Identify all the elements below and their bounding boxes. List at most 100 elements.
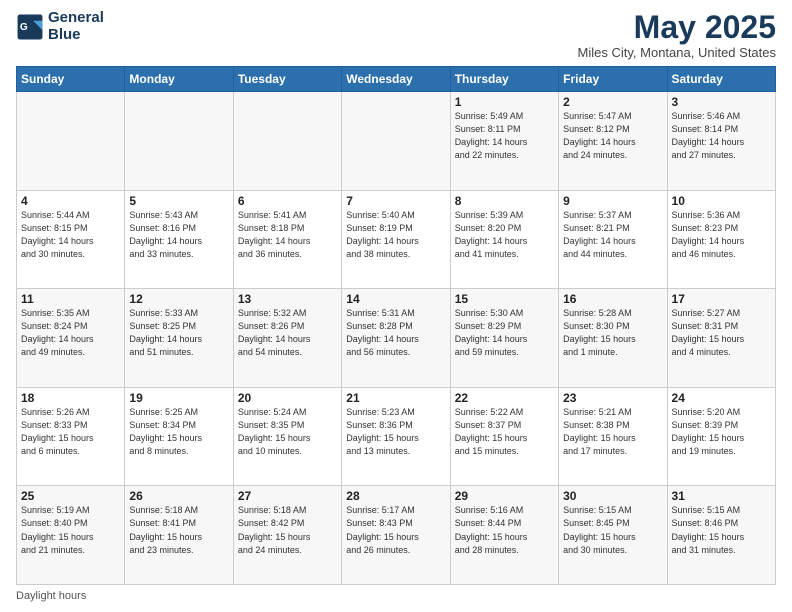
day-info: Sunrise: 5:23 AM Sunset: 8:36 PM Dayligh… bbox=[346, 406, 445, 458]
calendar-cell-w5-d6: 30Sunrise: 5:15 AM Sunset: 8:45 PM Dayli… bbox=[559, 486, 667, 585]
day-info: Sunrise: 5:27 AM Sunset: 8:31 PM Dayligh… bbox=[672, 307, 771, 359]
day-info: Sunrise: 5:46 AM Sunset: 8:14 PM Dayligh… bbox=[672, 110, 771, 162]
calendar-week-3: 11Sunrise: 5:35 AM Sunset: 8:24 PM Dayli… bbox=[17, 289, 776, 388]
day-number: 19 bbox=[129, 391, 228, 405]
calendar-cell-w1-d1 bbox=[17, 92, 125, 191]
subtitle: Miles City, Montana, United States bbox=[578, 45, 776, 60]
day-number: 14 bbox=[346, 292, 445, 306]
day-number: 15 bbox=[455, 292, 554, 306]
logo-icon: G bbox=[16, 13, 44, 41]
calendar-header-monday: Monday bbox=[125, 67, 233, 92]
calendar-cell-w5-d7: 31Sunrise: 5:15 AM Sunset: 8:46 PM Dayli… bbox=[667, 486, 775, 585]
day-info: Sunrise: 5:21 AM Sunset: 8:38 PM Dayligh… bbox=[563, 406, 662, 458]
calendar-table: SundayMondayTuesdayWednesdayThursdayFrid… bbox=[16, 66, 776, 585]
day-number: 23 bbox=[563, 391, 662, 405]
day-info: Sunrise: 5:19 AM Sunset: 8:40 PM Dayligh… bbox=[21, 504, 120, 556]
calendar-cell-w5-d1: 25Sunrise: 5:19 AM Sunset: 8:40 PM Dayli… bbox=[17, 486, 125, 585]
calendar-cell-w1-d2 bbox=[125, 92, 233, 191]
day-info: Sunrise: 5:33 AM Sunset: 8:25 PM Dayligh… bbox=[129, 307, 228, 359]
calendar-cell-w4-d3: 20Sunrise: 5:24 AM Sunset: 8:35 PM Dayli… bbox=[233, 387, 341, 486]
calendar-cell-w2-d4: 7Sunrise: 5:40 AM Sunset: 8:19 PM Daylig… bbox=[342, 190, 450, 289]
calendar-cell-w5-d3: 27Sunrise: 5:18 AM Sunset: 8:42 PM Dayli… bbox=[233, 486, 341, 585]
day-number: 25 bbox=[21, 489, 120, 503]
calendar-cell-w3-d6: 16Sunrise: 5:28 AM Sunset: 8:30 PM Dayli… bbox=[559, 289, 667, 388]
calendar-cell-w1-d3 bbox=[233, 92, 341, 191]
day-info: Sunrise: 5:17 AM Sunset: 8:43 PM Dayligh… bbox=[346, 504, 445, 556]
day-info: Sunrise: 5:35 AM Sunset: 8:24 PM Dayligh… bbox=[21, 307, 120, 359]
day-info: Sunrise: 5:44 AM Sunset: 8:15 PM Dayligh… bbox=[21, 209, 120, 261]
day-number: 3 bbox=[672, 95, 771, 109]
main-title: May 2025 bbox=[578, 10, 776, 45]
day-info: Sunrise: 5:39 AM Sunset: 8:20 PM Dayligh… bbox=[455, 209, 554, 261]
calendar-cell-w2-d7: 10Sunrise: 5:36 AM Sunset: 8:23 PM Dayli… bbox=[667, 190, 775, 289]
calendar-cell-w3-d2: 12Sunrise: 5:33 AM Sunset: 8:25 PM Dayli… bbox=[125, 289, 233, 388]
day-number: 12 bbox=[129, 292, 228, 306]
day-info: Sunrise: 5:32 AM Sunset: 8:26 PM Dayligh… bbox=[238, 307, 337, 359]
calendar-cell-w4-d2: 19Sunrise: 5:25 AM Sunset: 8:34 PM Dayli… bbox=[125, 387, 233, 486]
calendar-header-saturday: Saturday bbox=[667, 67, 775, 92]
day-number: 9 bbox=[563, 194, 662, 208]
calendar-cell-w5-d5: 29Sunrise: 5:16 AM Sunset: 8:44 PM Dayli… bbox=[450, 486, 558, 585]
day-info: Sunrise: 5:24 AM Sunset: 8:35 PM Dayligh… bbox=[238, 406, 337, 458]
day-number: 1 bbox=[455, 95, 554, 109]
calendar-cell-w4-d4: 21Sunrise: 5:23 AM Sunset: 8:36 PM Dayli… bbox=[342, 387, 450, 486]
logo: G General Blue bbox=[16, 10, 104, 43]
day-number: 4 bbox=[21, 194, 120, 208]
calendar-cell-w2-d5: 8Sunrise: 5:39 AM Sunset: 8:20 PM Daylig… bbox=[450, 190, 558, 289]
calendar-cell-w4-d1: 18Sunrise: 5:26 AM Sunset: 8:33 PM Dayli… bbox=[17, 387, 125, 486]
calendar-cell-w3-d5: 15Sunrise: 5:30 AM Sunset: 8:29 PM Dayli… bbox=[450, 289, 558, 388]
calendar-cell-w1-d4 bbox=[342, 92, 450, 191]
day-info: Sunrise: 5:41 AM Sunset: 8:18 PM Dayligh… bbox=[238, 209, 337, 261]
day-info: Sunrise: 5:22 AM Sunset: 8:37 PM Dayligh… bbox=[455, 406, 554, 458]
day-info: Sunrise: 5:28 AM Sunset: 8:30 PM Dayligh… bbox=[563, 307, 662, 359]
day-info: Sunrise: 5:18 AM Sunset: 8:42 PM Dayligh… bbox=[238, 504, 337, 556]
calendar-week-5: 25Sunrise: 5:19 AM Sunset: 8:40 PM Dayli… bbox=[17, 486, 776, 585]
day-number: 13 bbox=[238, 292, 337, 306]
day-info: Sunrise: 5:30 AM Sunset: 8:29 PM Dayligh… bbox=[455, 307, 554, 359]
calendar-header-wednesday: Wednesday bbox=[342, 67, 450, 92]
calendar-cell-w2-d3: 6Sunrise: 5:41 AM Sunset: 8:18 PM Daylig… bbox=[233, 190, 341, 289]
day-info: Sunrise: 5:25 AM Sunset: 8:34 PM Dayligh… bbox=[129, 406, 228, 458]
calendar-cell-w3-d1: 11Sunrise: 5:35 AM Sunset: 8:24 PM Dayli… bbox=[17, 289, 125, 388]
day-number: 17 bbox=[672, 292, 771, 306]
calendar-cell-w3-d3: 13Sunrise: 5:32 AM Sunset: 8:26 PM Dayli… bbox=[233, 289, 341, 388]
calendar-cell-w4-d6: 23Sunrise: 5:21 AM Sunset: 8:38 PM Dayli… bbox=[559, 387, 667, 486]
day-number: 27 bbox=[238, 489, 337, 503]
day-number: 30 bbox=[563, 489, 662, 503]
day-number: 24 bbox=[672, 391, 771, 405]
calendar-cell-w4-d5: 22Sunrise: 5:22 AM Sunset: 8:37 PM Dayli… bbox=[450, 387, 558, 486]
svg-text:G: G bbox=[20, 22, 28, 33]
calendar-header-sunday: Sunday bbox=[17, 67, 125, 92]
calendar-cell-w3-d4: 14Sunrise: 5:31 AM Sunset: 8:28 PM Dayli… bbox=[342, 289, 450, 388]
day-info: Sunrise: 5:43 AM Sunset: 8:16 PM Dayligh… bbox=[129, 209, 228, 261]
calendar-header-friday: Friday bbox=[559, 67, 667, 92]
day-info: Sunrise: 5:31 AM Sunset: 8:28 PM Dayligh… bbox=[346, 307, 445, 359]
day-info: Sunrise: 5:15 AM Sunset: 8:45 PM Dayligh… bbox=[563, 504, 662, 556]
calendar-week-2: 4Sunrise: 5:44 AM Sunset: 8:15 PM Daylig… bbox=[17, 190, 776, 289]
day-number: 26 bbox=[129, 489, 228, 503]
calendar-cell-w3-d7: 17Sunrise: 5:27 AM Sunset: 8:31 PM Dayli… bbox=[667, 289, 775, 388]
day-number: 16 bbox=[563, 292, 662, 306]
day-number: 28 bbox=[346, 489, 445, 503]
day-info: Sunrise: 5:40 AM Sunset: 8:19 PM Dayligh… bbox=[346, 209, 445, 261]
day-info: Sunrise: 5:16 AM Sunset: 8:44 PM Dayligh… bbox=[455, 504, 554, 556]
footer: Daylight hours bbox=[16, 590, 776, 602]
day-number: 22 bbox=[455, 391, 554, 405]
calendar-week-4: 18Sunrise: 5:26 AM Sunset: 8:33 PM Dayli… bbox=[17, 387, 776, 486]
calendar-cell-w2-d6: 9Sunrise: 5:37 AM Sunset: 8:21 PM Daylig… bbox=[559, 190, 667, 289]
title-block: May 2025 Miles City, Montana, United Sta… bbox=[578, 10, 776, 60]
logo-text: General Blue bbox=[48, 10, 104, 43]
calendar-cell-w1-d7: 3Sunrise: 5:46 AM Sunset: 8:14 PM Daylig… bbox=[667, 92, 775, 191]
day-number: 29 bbox=[455, 489, 554, 503]
day-info: Sunrise: 5:36 AM Sunset: 8:23 PM Dayligh… bbox=[672, 209, 771, 261]
calendar-cell-w5-d4: 28Sunrise: 5:17 AM Sunset: 8:43 PM Dayli… bbox=[342, 486, 450, 585]
calendar-header-thursday: Thursday bbox=[450, 67, 558, 92]
day-number: 8 bbox=[455, 194, 554, 208]
day-info: Sunrise: 5:49 AM Sunset: 8:11 PM Dayligh… bbox=[455, 110, 554, 162]
calendar-cell-w1-d6: 2Sunrise: 5:47 AM Sunset: 8:12 PM Daylig… bbox=[559, 92, 667, 191]
day-number: 6 bbox=[238, 194, 337, 208]
day-number: 20 bbox=[238, 391, 337, 405]
day-info: Sunrise: 5:20 AM Sunset: 8:39 PM Dayligh… bbox=[672, 406, 771, 458]
day-number: 2 bbox=[563, 95, 662, 109]
day-number: 5 bbox=[129, 194, 228, 208]
